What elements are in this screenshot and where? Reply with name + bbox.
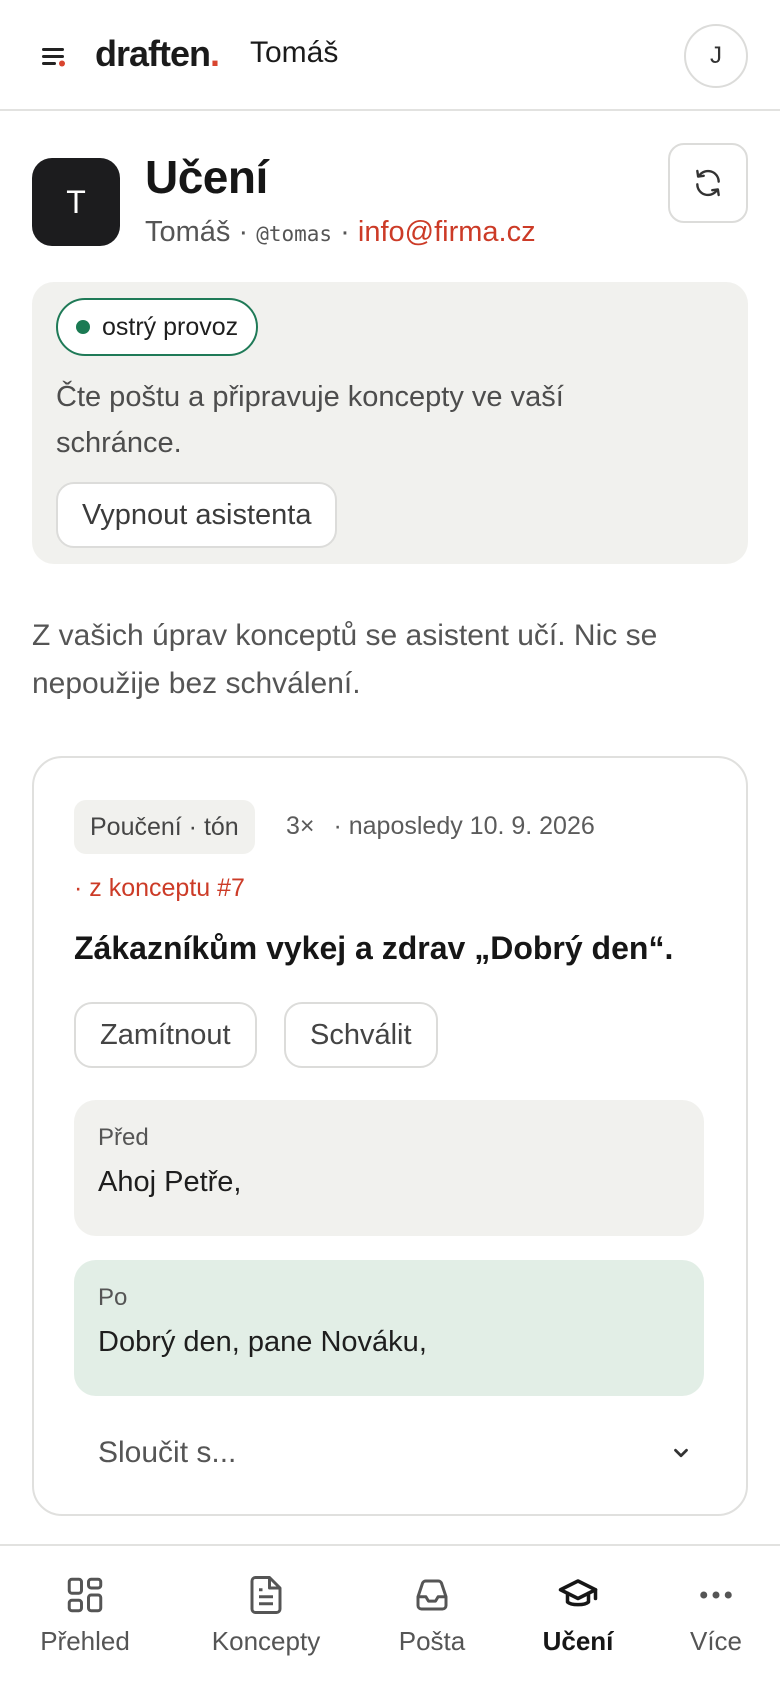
more-dots-icon [700, 1591, 732, 1599]
agent-email-link[interactable]: info@firma.cz [358, 216, 536, 248]
agent-name: Tomáš [145, 216, 231, 248]
status-description: Čte poštu a připravuje koncepty ve vaší … [56, 381, 564, 459]
status-badge: ostrý provoz [56, 298, 259, 356]
graduation-cap-icon [558, 1579, 598, 1607]
diff-after-label: Po [98, 1284, 128, 1311]
intro-text: Z vašich úprav konceptů se asistent učí.… [32, 619, 658, 700]
diff-before-text: Ahoj Petře, [98, 1166, 242, 1198]
nav-item-posta[interactable]: Pošta [354, 1546, 510, 1688]
agent-avatar: T [32, 158, 120, 246]
refresh-button[interactable] [668, 143, 748, 223]
lesson-tag: Poučení · tón [74, 800, 255, 854]
nav-item-koncepty[interactable]: Koncepty [188, 1546, 344, 1688]
nav-item-uceni[interactable]: Učení [500, 1546, 656, 1688]
approve-button[interactable]: Schválit [284, 1002, 438, 1068]
nav-item-prehled[interactable]: Přehled [7, 1546, 163, 1688]
inbox-icon [416, 1579, 448, 1611]
diff-before-label: Před [98, 1124, 149, 1151]
page-title: Učení [145, 151, 268, 203]
diff-before: Před Ahoj Petře, [74, 1100, 704, 1236]
refresh-icon [696, 169, 720, 197]
nav-item-vice[interactable]: Více [638, 1546, 780, 1688]
agent-handle: @tomas [256, 222, 333, 246]
bottom-nav: Přehled Koncepty Pošta Učení Více [0, 1544, 780, 1688]
lesson-source-link[interactable]: · z konceptu #7 [74, 874, 245, 903]
reject-button[interactable]: Zamítnout [74, 1002, 257, 1068]
menu-icon[interactable] [38, 44, 68, 68]
disable-assistant-button[interactable]: Vypnout asistenta [56, 482, 338, 548]
lesson-last-seen: · naposledy 10. 9. 2026 [333, 812, 595, 840]
lesson-text: Zákazníkům vykej a zdrav „Dobrý den“. [74, 930, 674, 966]
lesson-card: Poučení · tón 3× · naposledy 10. 9. 2026… [32, 756, 748, 1516]
assistant-status-card: ostrý provoz Čte poštu a připravuje konc… [32, 282, 748, 564]
grid-icon [67, 1577, 103, 1613]
merge-select[interactable]: Sloučit s... [74, 1422, 704, 1484]
workspace-name: Tomáš [250, 36, 339, 69]
merge-select-value: Sloučit s... [98, 1436, 237, 1469]
lesson-meta: 3× · naposledy 10. 9. 2026 [286, 812, 595, 841]
document-icon [250, 1576, 282, 1614]
diff-after-text: Dobrý den, pane Nováku, [98, 1326, 427, 1358]
lesson-count: 3× [286, 812, 315, 840]
diff-after: Po Dobrý den, pane Nováku, [74, 1260, 704, 1396]
top-bar: draften. Tomáš J [0, 0, 780, 111]
chevron-down-icon [674, 1448, 688, 1458]
agent-subline: Tomáš · @tomas · info@firma.cz [145, 216, 536, 248]
live-dot-icon [76, 320, 90, 334]
brand-logo[interactable]: draften. [95, 33, 220, 75]
user-avatar[interactable]: J [684, 24, 748, 88]
